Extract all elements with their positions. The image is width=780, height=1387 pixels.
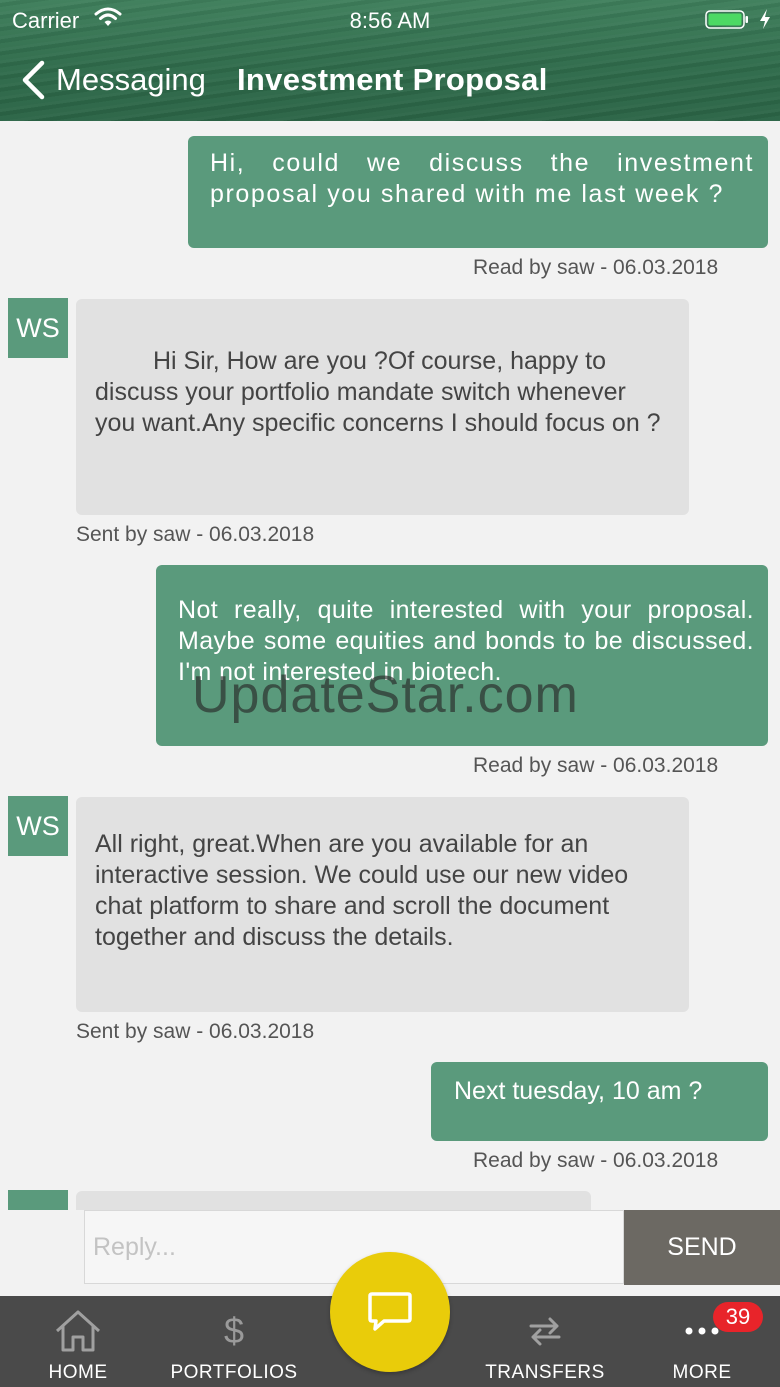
tab-label: PORTFOLIOS bbox=[170, 1362, 298, 1383]
page-title: Investment Proposal bbox=[237, 62, 548, 97]
battery-icon bbox=[705, 10, 748, 29]
avatar: WS bbox=[8, 298, 68, 358]
tab-label: TRANSFERS bbox=[485, 1362, 605, 1383]
outgoing-message: Next tuesday, 10 am ? bbox=[431, 1062, 768, 1141]
message-sent-info: Sent by saw - 06.03.2018 bbox=[76, 1020, 315, 1043]
back-label: Messaging bbox=[56, 62, 206, 97]
chat-fab-button[interactable] bbox=[330, 1252, 450, 1372]
tab-home[interactable]: HOME bbox=[38, 1296, 118, 1387]
incoming-message: All right, great.When are you available … bbox=[76, 797, 689, 1012]
tab-label: MORE bbox=[672, 1362, 732, 1383]
incoming-message: Hi Sir, How are you ?Of course, happy to… bbox=[76, 299, 689, 515]
dollar-icon: $ bbox=[223, 1310, 245, 1351]
status-time: 8:56 AM bbox=[349, 8, 431, 33]
charging-icon bbox=[760, 9, 770, 29]
tab-transfers[interactable]: TRANSFERS bbox=[484, 1296, 606, 1387]
outgoing-message: Not really, quite interested with your p… bbox=[156, 565, 768, 746]
notification-badge: 39 bbox=[713, 1302, 763, 1332]
message-read-receipt: Read by saw - 06.03.2018 bbox=[473, 754, 719, 777]
message-sent-info: Sent by saw - 06.03.2018 bbox=[76, 523, 315, 546]
more-dots-icon bbox=[685, 1327, 719, 1335]
message-text: Hi, could we discuss the investment prop… bbox=[210, 149, 754, 208]
send-button[interactable]: SEND bbox=[624, 1210, 780, 1285]
chat-bubble-icon bbox=[368, 1292, 412, 1331]
message-text: All right, great.When are you available … bbox=[95, 830, 629, 951]
message-text: Next tuesday, 10 am ? bbox=[454, 1077, 703, 1105]
navigation-header: Carrier 8:56 AM Messaging Investment Pro… bbox=[0, 0, 780, 121]
tab-label: HOME bbox=[48, 1362, 108, 1383]
home-icon bbox=[55, 1310, 101, 1352]
tab-portfolios[interactable]: $ PORTFOLIOS bbox=[168, 1296, 300, 1387]
back-button[interactable]: Messaging bbox=[20, 58, 206, 102]
outgoing-message: Hi, could we discuss the investment prop… bbox=[188, 136, 768, 248]
message-read-receipt: Read by saw - 06.03.2018 bbox=[473, 1149, 719, 1172]
message-text: Hi Sir, How are you ?Of course, happy to… bbox=[95, 347, 661, 437]
status-bar: Carrier 8:56 AM bbox=[0, 0, 780, 40]
avatar: WS bbox=[8, 796, 68, 856]
message-read-receipt: Read by saw - 06.03.2018 bbox=[473, 256, 719, 279]
chevron-left-icon bbox=[22, 60, 45, 100]
transfer-arrows-icon bbox=[529, 1317, 561, 1346]
message-text: Not really, quite interested with your p… bbox=[178, 596, 754, 686]
